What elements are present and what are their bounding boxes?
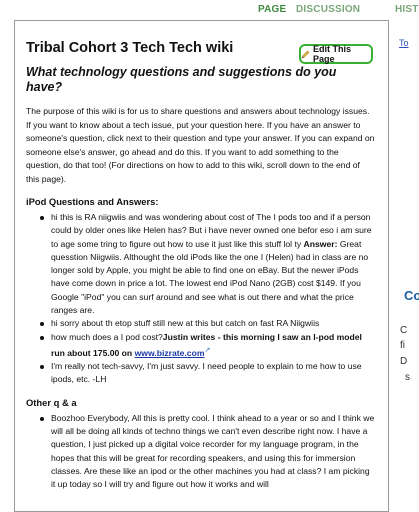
wiki-content-panel: Edit This Page Tribal Cohort 3 Tech Tech… [14,20,389,512]
list-item: Boozhoo Everybody, All this is pretty co… [40,412,375,492]
list-item: I'm really not tech-savvy, I'm just savv… [40,360,375,387]
page-tabs: PAGE DISCUSSION HIST [0,0,419,18]
list-item: how much does a I pod cost?Justin writes… [40,331,375,360]
intro-paragraph: The purpose of this wiki is for us to sh… [26,106,375,184]
ipod-section-heading: iPod Questions and Answers: [26,196,159,207]
tab-page[interactable]: PAGE [258,4,286,15]
sidebar-text: s [405,372,410,383]
other-list: Boozhoo Everybody, All this is pretty co… [26,412,375,492]
tab-discussion[interactable]: DISCUSSION [296,4,360,15]
ipod-list: hi this is RA niigwiis and was wondering… [26,211,375,387]
sidebar-link[interactable]: To [399,38,409,48]
sidebar-heading: Co [404,288,419,303]
sidebar-text: fi [400,340,405,351]
list-item: hi sorry about th etop stuff still new a… [40,317,375,330]
page-title: Tribal Cohort 3 Tech Tech wiki [26,40,234,56]
wiki-body: Tribal Cohort 3 Tech Tech wiki What tech… [26,39,375,492]
answer-label: Answer: [303,238,338,249]
page-subtitle: What technology questions and suggestion… [26,65,337,94]
tab-history[interactable]: HIST [395,4,419,15]
bizrate-link[interactable]: www.bizrate.com [135,348,205,358]
list-item: hi this is RA niigwiis and was wondering… [40,211,375,317]
other-section-heading: Other q & a [26,396,77,408]
external-link-icon: ↗ [204,346,211,354]
sidebar-text: C [400,325,408,336]
sidebar-text: D [400,356,408,367]
